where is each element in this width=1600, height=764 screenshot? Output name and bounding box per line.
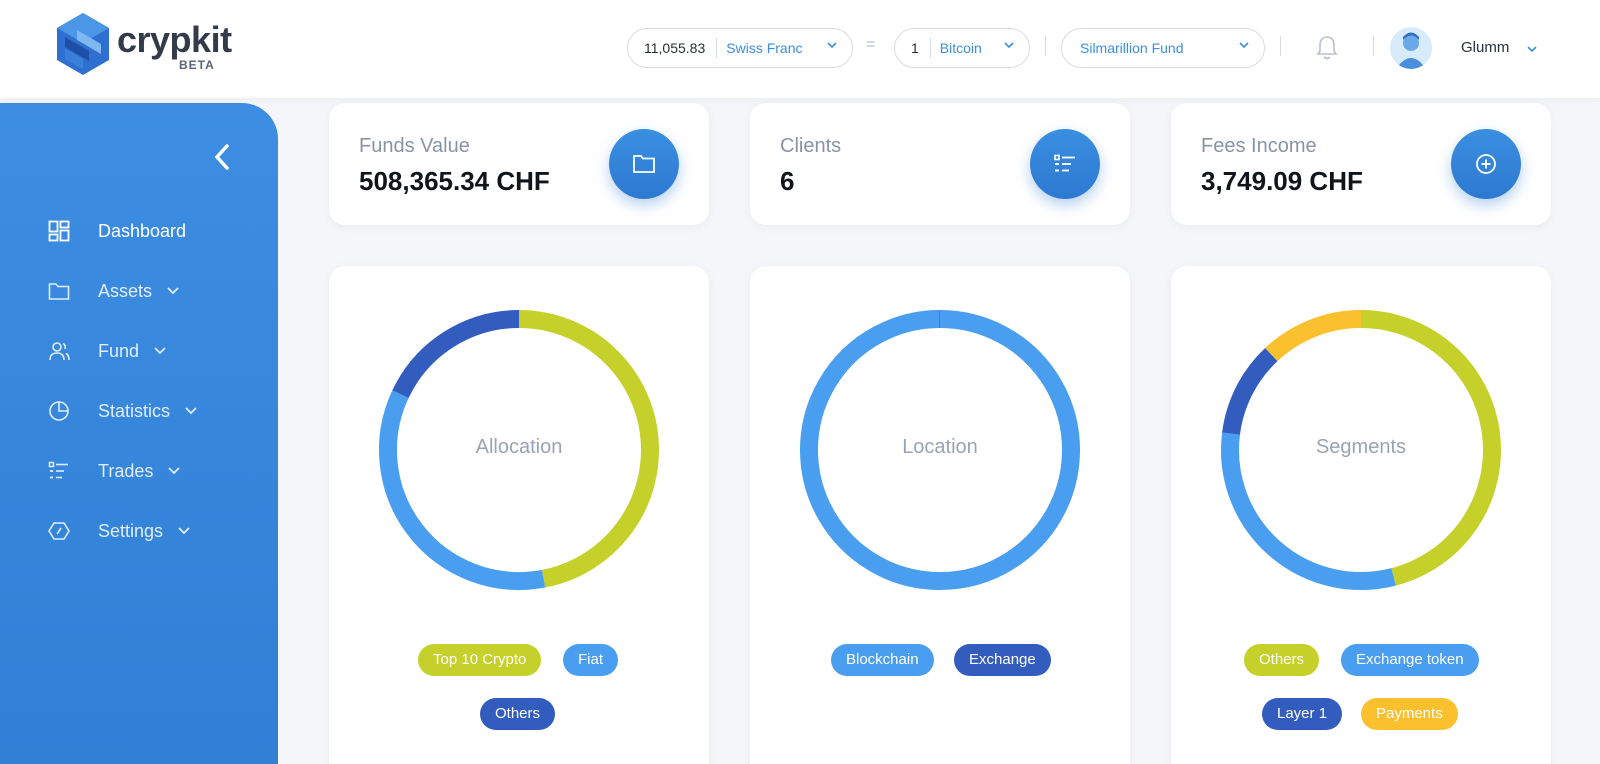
settings-icon — [48, 522, 70, 540]
crypto-selector[interactable]: 1 Bitcoin — [894, 28, 1030, 68]
stat-value: 6 — [780, 166, 795, 196]
brand-tag: BETA — [179, 58, 215, 72]
stat-value: 3,749.09 CHF — [1201, 166, 1363, 196]
chart-title: Location — [902, 436, 978, 458]
folder-icon — [48, 283, 70, 300]
legend-chip-fiat[interactable]: Fiat — [563, 644, 619, 676]
crypto-amount: 1 — [895, 38, 931, 58]
sidebar: Dashboard Assets Fund Statistics Trades … — [0, 103, 278, 764]
crypto-label: Bitcoin — [939, 40, 982, 56]
currency-label: Swiss Franc — [726, 40, 803, 56]
legend-chip-payments[interactable]: Payments — [1361, 698, 1458, 730]
legend-chip-exchange-token[interactable]: Exchange token — [1341, 644, 1479, 676]
stat-card-fees-income: Fees Income 3,749.09 CHF — [1171, 103, 1551, 225]
equals-sign: = — [866, 36, 876, 53]
sidebar-item-assets[interactable]: Assets — [48, 277, 180, 305]
stat-title: Funds Value — [359, 135, 470, 157]
chevron-down-icon — [1238, 39, 1250, 51]
sidebar-item-trades[interactable]: Trades — [48, 457, 181, 485]
chart-title: Allocation — [475, 436, 563, 458]
amount-value: 11,055.83 — [628, 38, 718, 58]
donut-segment-layer-1[interactable] — [1222, 347, 1278, 435]
sidebar-item-statistics[interactable]: Statistics — [48, 397, 198, 425]
stat-card-clients: Clients 6 — [750, 103, 1130, 225]
fund-label: Silmarillion Fund — [1080, 40, 1184, 56]
top-header: crypkit BETA 11,055.83 Swiss Franc = 1 B… — [0, 0, 1600, 98]
list-icon — [48, 461, 68, 479]
donut-segment-fiat[interactable] — [379, 390, 546, 590]
avatar[interactable] — [1390, 27, 1432, 69]
chevron-down-icon — [184, 401, 198, 422]
brand-name: crypkit — [117, 19, 232, 60]
legend-chip-layer-1[interactable]: Layer 1 — [1262, 698, 1343, 730]
username[interactable]: Glumm — [1461, 39, 1509, 56]
legend-chip-others[interactable]: Others — [1244, 644, 1320, 676]
donut-segment-payments[interactable] — [1265, 310, 1362, 362]
stat-title: Fees Income — [1201, 135, 1317, 157]
chart-card-location: Location Blockchain Exchange — [750, 266, 1130, 764]
chevron-down-icon — [177, 521, 191, 542]
chart-card-allocation: Allocation Top 10 Crypto Fiat Others — [329, 266, 709, 764]
sidebar-item-label: Statistics — [98, 400, 171, 421]
folder-icon[interactable] — [609, 129, 679, 199]
stat-card-funds-value: Funds Value 508,365.34 CHF — [329, 103, 709, 225]
legend-chip-blockchain[interactable]: Blockchain — [831, 644, 934, 676]
divider — [1373, 36, 1374, 56]
sidebar-item-label: Assets — [98, 280, 153, 301]
sidebar-item-label: Settings — [98, 520, 164, 541]
crypkit-logo-icon — [57, 13, 109, 75]
chevron-down-icon[interactable] — [1526, 42, 1538, 60]
chevron-down-icon — [1003, 39, 1015, 51]
sidebar-item-fund[interactable]: Fund — [48, 337, 167, 365]
donut-segment-others[interactable] — [392, 310, 520, 399]
sidebar-item-label: Fund — [98, 340, 140, 361]
stat-title: Clients — [780, 135, 842, 157]
sidebar-item-settings[interactable]: Settings — [48, 517, 191, 545]
divider — [1280, 36, 1281, 56]
fund-selector[interactable]: Silmarillion Fund — [1061, 28, 1265, 68]
chevron-down-icon — [166, 281, 180, 302]
chevron-down-icon — [153, 341, 167, 362]
sidebar-item-dashboard[interactable]: Dashboard — [48, 217, 186, 245]
dashboard-icon — [48, 220, 70, 242]
collapse-sidebar-icon[interactable] — [212, 143, 232, 176]
divider — [1045, 36, 1046, 56]
legend-chip-top-10-crypto[interactable]: Top 10 Crypto — [418, 644, 542, 676]
chart-card-segments: Segments Others Exchange token Layer 1 P… — [1171, 266, 1551, 764]
chevron-down-icon — [826, 39, 838, 51]
pie-chart-icon — [49, 401, 69, 421]
legend-chip-exchange[interactable]: Exchange — [954, 644, 1051, 676]
stat-value: 508,365.34 CHF — [359, 166, 550, 196]
users-icon — [49, 342, 70, 361]
chevron-down-icon — [167, 461, 181, 482]
bell-icon[interactable] — [1315, 35, 1339, 66]
chart-title: Segments — [1315, 436, 1407, 458]
list-icon[interactable] — [1030, 129, 1100, 199]
currency-selector[interactable]: 11,055.83 Swiss Franc — [627, 28, 853, 68]
plus-circle-icon[interactable] — [1451, 129, 1521, 199]
sidebar-item-label: Trades — [98, 460, 154, 481]
crypkit-logo[interactable]: crypkit BETA — [55, 13, 245, 75]
sidebar-item-label: Dashboard — [98, 220, 187, 241]
legend-chip-others[interactable]: Others — [480, 698, 556, 730]
